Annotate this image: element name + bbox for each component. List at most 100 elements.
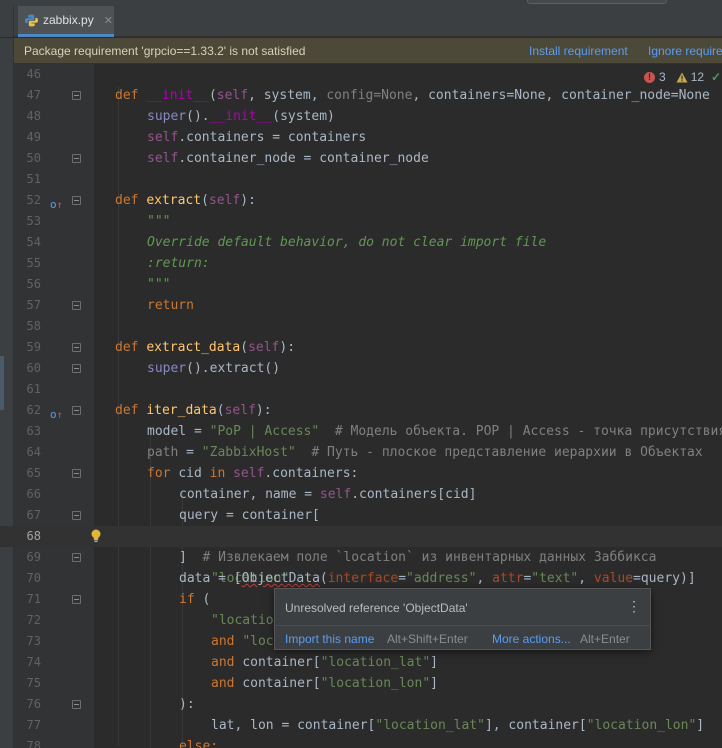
- code-line: 56 """: [0, 274, 722, 295]
- line-number: 61: [26, 382, 41, 396]
- line-number: 54: [26, 235, 41, 249]
- fold-toggle-icon[interactable]: [72, 364, 81, 373]
- code-text: """: [147, 214, 171, 229]
- tab-label: zabbix.py: [43, 13, 94, 27]
- fold-toggle-icon[interactable]: [72, 406, 81, 415]
- fold-toggle-icon[interactable]: [72, 700, 81, 709]
- popup-divider: [275, 625, 650, 626]
- line-number: 57: [26, 298, 41, 312]
- line-number: 70: [26, 571, 41, 585]
- fold-toggle-icon[interactable]: [72, 343, 81, 352]
- ignore-requirement-link[interactable]: Ignore requirement: [648, 44, 722, 58]
- fold-toggle-icon[interactable]: [72, 301, 81, 310]
- code-line: 75 and container["location_lon"]: [0, 673, 722, 694]
- code-line: 74 and container["location_lat"]: [0, 652, 722, 673]
- code-line: 61: [0, 379, 722, 400]
- line-number: 68: [26, 529, 41, 543]
- code-text: ):: [179, 697, 195, 712]
- code-text: "location: [211, 613, 282, 628]
- code-line: 76):: [0, 694, 722, 715]
- tab-zabbix-py[interactable]: zabbix.py ✕: [18, 6, 114, 37]
- fold-toggle-icon[interactable]: [72, 154, 81, 163]
- line-number: 71: [26, 592, 41, 606]
- code-text: super().extract(): [147, 361, 281, 376]
- code-line: 60 super().extract(): [0, 358, 722, 379]
- code-text: def extract(self):: [115, 193, 256, 208]
- code-line: 64 path = "ZabbixHost" # Путь - плоское п…: [0, 442, 722, 463]
- code-text: model = "PoP | Access" # Модель объекта.…: [147, 424, 722, 439]
- line-number: 74: [26, 655, 41, 669]
- import-shortcut: Alt+Shift+Enter: [387, 632, 468, 646]
- code-text: def iter_data(self):: [115, 403, 272, 418]
- code-text: self.containers = containers: [147, 130, 367, 145]
- requirement-notification-banner: Package requirement 'grpcio==1.33.2' is …: [14, 38, 722, 64]
- code-line: 67 query = container[: [0, 505, 722, 526]
- tab-bar-left-strip: [0, 6, 14, 37]
- code-text: :return:: [147, 256, 210, 271]
- code-line: 54 Override default behavior, do not clea…: [0, 232, 722, 253]
- code-line: 65 for cid in self.containers:: [0, 463, 722, 484]
- more-actions-link[interactable]: More actions...: [492, 632, 571, 646]
- install-requirement-link[interactable]: Install requirement: [529, 44, 628, 58]
- code-line: 55 :return:: [0, 253, 722, 274]
- line-number: 53: [26, 214, 41, 228]
- code-line: 69 ] # Извлекаем поле `location` из инвен…: [0, 547, 722, 568]
- code-text: query = container[: [179, 508, 320, 523]
- fold-toggle-icon[interactable]: [72, 469, 81, 478]
- code-line: 62 o↑ def iter_data(self):: [0, 400, 722, 421]
- line-number: 78: [26, 739, 41, 748]
- more-options-icon[interactable]: ⋮: [627, 598, 641, 615]
- fold-toggle-icon[interactable]: [72, 595, 81, 604]
- code-text: and "loc: [211, 634, 274, 649]
- code-text: and container["location_lon"]: [211, 676, 438, 691]
- code-line: 78 else:: [0, 736, 722, 748]
- code-text: return: [147, 298, 194, 313]
- fold-toggle-icon[interactable]: [72, 91, 81, 100]
- code-line: 46: [0, 64, 722, 85]
- code-line: 66 container, name = self.containers[cid]: [0, 484, 722, 505]
- editor-tab-bar: zabbix.py ✕: [0, 6, 722, 37]
- code-text: ] # Извлекаем поле `location` из инвента…: [179, 550, 657, 565]
- line-number: 75: [26, 676, 41, 690]
- line-number: 69: [26, 550, 41, 564]
- code-text: def __init__(self, system, config=None, …: [115, 88, 710, 103]
- code-text: if (: [179, 592, 211, 607]
- code-text: container, name = self.containers[cid]: [179, 487, 477, 502]
- code-line: 49 self.containers = containers: [0, 127, 722, 148]
- fold-toggle-icon[interactable]: [72, 511, 81, 520]
- code-text: """: [147, 277, 171, 292]
- line-number: 63: [26, 424, 41, 438]
- toolbar-field-fragment: [527, 0, 667, 4]
- python-file-icon: [25, 14, 38, 26]
- line-number: 55: [26, 256, 41, 270]
- line-number: 50: [26, 151, 41, 165]
- code-line: 47 def __init__(self, system, config=None…: [0, 85, 722, 106]
- line-number: 47: [26, 88, 41, 102]
- line-number: 73: [26, 634, 41, 648]
- line-number: 65: [26, 466, 41, 480]
- line-number: 62: [26, 403, 41, 417]
- code-text: self.container_node = container_node: [147, 151, 429, 166]
- fold-toggle-icon[interactable]: [72, 196, 81, 205]
- code-line: 51: [0, 169, 722, 190]
- line-number: 56: [26, 277, 41, 291]
- line-number: 64: [26, 445, 41, 459]
- close-tab-icon[interactable]: ✕: [104, 14, 113, 27]
- code-line: 52 o↑ def extract(self):: [0, 190, 722, 211]
- code-line: 57 return: [0, 295, 722, 316]
- current-code-line: 68 "location": [0, 526, 722, 586]
- import-this-name-link[interactable]: Import this name: [285, 632, 374, 646]
- lightbulb-icon[interactable]: [90, 529, 102, 543]
- code-text: path = "ZabbixHost" # Путь - плоское пре…: [147, 445, 703, 460]
- more-actions-shortcut: Alt+Enter: [580, 632, 630, 646]
- code-line: 58: [0, 316, 722, 337]
- line-number: 66: [26, 487, 41, 501]
- code-text: super().__init__(system): [147, 109, 335, 124]
- code-text: Override default behavior, do not clear …: [147, 235, 547, 250]
- code-line: 50 self.container_node = container_node: [0, 148, 722, 169]
- unresolved-reference-popup: Unresolved reference 'ObjectData' ⋮ Impo…: [274, 588, 651, 650]
- popup-title: Unresolved reference 'ObjectData': [285, 601, 468, 615]
- fold-toggle-icon[interactable]: [72, 553, 81, 562]
- code-text: lat, lon = container["location_lat"], co…: [211, 718, 705, 733]
- code-line: 70 data = [ObjectData(interface="address"…: [0, 568, 722, 589]
